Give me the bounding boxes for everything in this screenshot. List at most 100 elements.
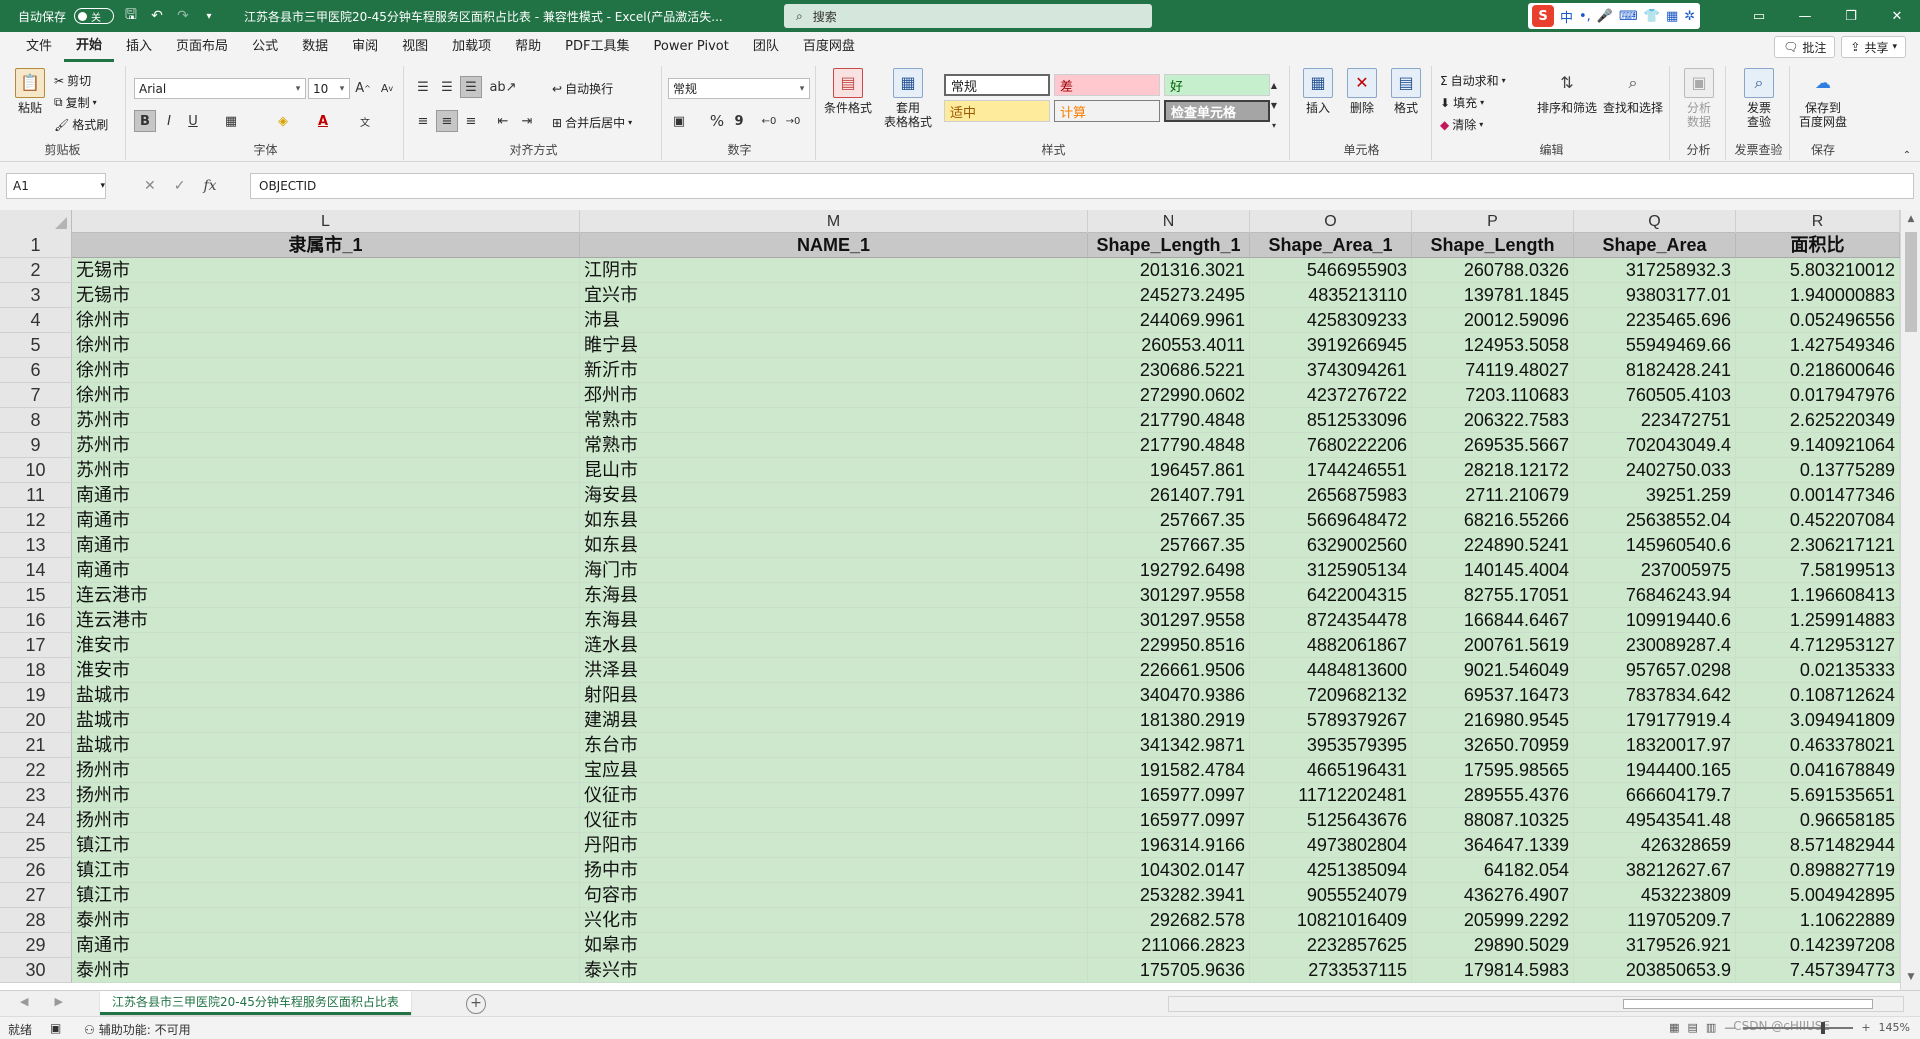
cell-l[interactable]: 淮安市 <box>72 633 580 658</box>
cell-p[interactable]: 7203.110683 <box>1412 383 1574 408</box>
scroll-down-icon[interactable]: ▼ <box>1905 972 1917 986</box>
row-header[interactable]: 29 <box>0 933 72 958</box>
cell-p[interactable]: 260788.0326 <box>1412 258 1574 283</box>
cell-o[interactable]: 5466955903 <box>1250 258 1412 283</box>
cell-q[interactable]: 39251.259 <box>1574 483 1736 508</box>
align-top-icon[interactable]: ☰ <box>412 76 434 98</box>
column-header-l[interactable]: L <box>72 210 580 233</box>
cell-o[interactable]: 11712202481 <box>1250 783 1412 808</box>
cell-m[interactable]: 洪泽县 <box>580 658 1088 683</box>
cell-o[interactable]: 7209682132 <box>1250 683 1412 708</box>
cell-p[interactable]: 224890.5241 <box>1412 533 1574 558</box>
cell-r[interactable]: 5.803210012 <box>1736 258 1900 283</box>
tab-home[interactable]: 开始 <box>64 32 115 62</box>
cell-q[interactable]: 3179526.921 <box>1574 933 1736 958</box>
cell-l[interactable]: 泰州市 <box>72 908 580 933</box>
undo-icon[interactable]: ↶ <box>148 7 166 25</box>
normal-view-icon[interactable]: ▦ <box>1669 1021 1679 1034</box>
cell-r[interactable]: 0.041678849 <box>1736 758 1900 783</box>
align-middle-icon[interactable]: ☰ <box>436 76 458 98</box>
cell-p[interactable]: 88087.10325 <box>1412 808 1574 833</box>
orientation-icon[interactable]: ab↗ <box>489 76 516 98</box>
align-left-icon[interactable]: ≡ <box>412 110 434 132</box>
tab-review[interactable]: 审阅 <box>340 32 390 62</box>
sheet-tab-active[interactable]: 江苏各县市三甲医院20-45分钟车程服务区面积占比表 <box>100 991 411 1015</box>
cell-m[interactable]: 昆山市 <box>580 458 1088 483</box>
cell-n[interactable]: 192792.6498 <box>1088 558 1250 583</box>
cell-m[interactable]: 东台市 <box>580 733 1088 758</box>
skin-icon[interactable]: 👕 <box>1644 9 1660 24</box>
cell-n[interactable]: 229950.8516 <box>1088 633 1250 658</box>
cell-r[interactable]: 0.017947976 <box>1736 383 1900 408</box>
clear-button[interactable]: ◆ 清除 ▾ <box>1440 116 1483 133</box>
format-painter-button[interactable]: 🖌 格式刷 <box>54 116 108 133</box>
cell-p[interactable]: 436276.4907 <box>1412 883 1574 908</box>
styles-scroll-up-icon[interactable]: ▲ <box>1266 74 1282 96</box>
cell-q[interactable]: 109919440.6 <box>1574 608 1736 633</box>
cell-p[interactable]: 2711.210679 <box>1412 483 1574 508</box>
autosave-toggle[interactable]: 关 <box>74 8 115 24</box>
cell-n[interactable]: 226661.9506 <box>1088 658 1250 683</box>
cell-q[interactable]: 93803177.01 <box>1574 283 1736 308</box>
row-header[interactable]: 19 <box>0 683 72 708</box>
comments-button[interactable]: 🗨 批注 <box>1774 36 1836 58</box>
cell-q[interactable]: 8182428.241 <box>1574 358 1736 383</box>
cell-q[interactable]: 666604179.7 <box>1574 783 1736 808</box>
cell-r[interactable]: 2.625220349 <box>1736 408 1900 433</box>
cell-o[interactable]: 5669648472 <box>1250 508 1412 533</box>
prev-sheet-icon[interactable]: ◀ <box>20 995 28 1008</box>
cell-l[interactable]: 盐城市 <box>72 683 580 708</box>
row-header[interactable]: 13 <box>0 533 72 558</box>
fill-color-icon[interactable]: ◈ <box>272 110 294 132</box>
cell-n[interactable]: 196314.9166 <box>1088 833 1250 858</box>
cell-q[interactable]: 55949469.66 <box>1574 333 1736 358</box>
cell-n[interactable]: 104302.0147 <box>1088 858 1250 883</box>
cell-l[interactable]: 徐州市 <box>72 383 580 408</box>
cell-m[interactable]: 建湖县 <box>580 708 1088 733</box>
cell-r[interactable]: 0.108712624 <box>1736 683 1900 708</box>
cell-l[interactable]: 徐州市 <box>72 308 580 333</box>
align-center-icon[interactable]: ≡ <box>436 110 458 132</box>
conditional-format-button[interactable]: ▤ 条件格式 <box>824 68 872 115</box>
cell-o[interactable]: 5125643676 <box>1250 808 1412 833</box>
cell-p[interactable]: 140145.4004 <box>1412 558 1574 583</box>
row-header[interactable]: 25 <box>0 833 72 858</box>
microphone-icon[interactable]: 🎤 <box>1597 9 1613 24</box>
cell-l[interactable]: 南通市 <box>72 508 580 533</box>
redo-icon[interactable]: ↷ <box>174 7 192 25</box>
row-header[interactable]: 22 <box>0 758 72 783</box>
cell-l[interactable]: 南通市 <box>72 533 580 558</box>
cell-p[interactable]: 205999.2292 <box>1412 908 1574 933</box>
cell-q[interactable]: 317258932.3 <box>1574 258 1736 283</box>
cell-l[interactable]: 无锡市 <box>72 283 580 308</box>
grow-font-icon[interactable]: A ^ <box>352 77 374 99</box>
cell-r[interactable]: 0.142397208 <box>1736 933 1900 958</box>
cell-l[interactable]: 无锡市 <box>72 258 580 283</box>
cell-n[interactable]: 165977.0997 <box>1088 783 1250 808</box>
cell-o[interactable]: 7680222206 <box>1250 433 1412 458</box>
cell-o[interactable]: 4258309233 <box>1250 308 1412 333</box>
cell-p[interactable]: 64182.054 <box>1412 858 1574 883</box>
cell-l[interactable]: 淮安市 <box>72 658 580 683</box>
zoom-slider-knob[interactable] <box>1821 1021 1826 1034</box>
cell-q[interactable]: 230089287.4 <box>1574 633 1736 658</box>
cell-r[interactable]: 7.457394773 <box>1736 958 1900 983</box>
cell-o[interactable]: 6329002560 <box>1250 533 1412 558</box>
row-header[interactable]: 30 <box>0 958 72 983</box>
page-break-view-icon[interactable]: ▥ <box>1706 1021 1716 1034</box>
column-header-p[interactable]: P <box>1412 210 1574 233</box>
cell-q[interactable]: 18320017.97 <box>1574 733 1736 758</box>
tab-formulas[interactable]: 公式 <box>240 32 290 62</box>
shrink-font-icon[interactable]: Av <box>376 77 398 99</box>
cut-button[interactable]: ✂ 剪切 <box>54 72 91 89</box>
macro-record-icon[interactable]: ▣ <box>50 1021 61 1035</box>
column-header-n[interactable]: N <box>1088 210 1250 233</box>
cell-l[interactable]: 镇江市 <box>72 883 580 908</box>
row-header[interactable]: 24 <box>0 808 72 833</box>
header-cell-m[interactable]: NAME_1 <box>580 233 1088 258</box>
zoom-out-icon[interactable]: — <box>1724 1021 1735 1034</box>
zoom-slider[interactable] <box>1743 1021 1854 1034</box>
header-cell-p[interactable]: Shape_Length <box>1412 233 1574 258</box>
punctuation-icon[interactable]: •, <box>1579 9 1591 24</box>
row-header[interactable]: 11 <box>0 483 72 508</box>
